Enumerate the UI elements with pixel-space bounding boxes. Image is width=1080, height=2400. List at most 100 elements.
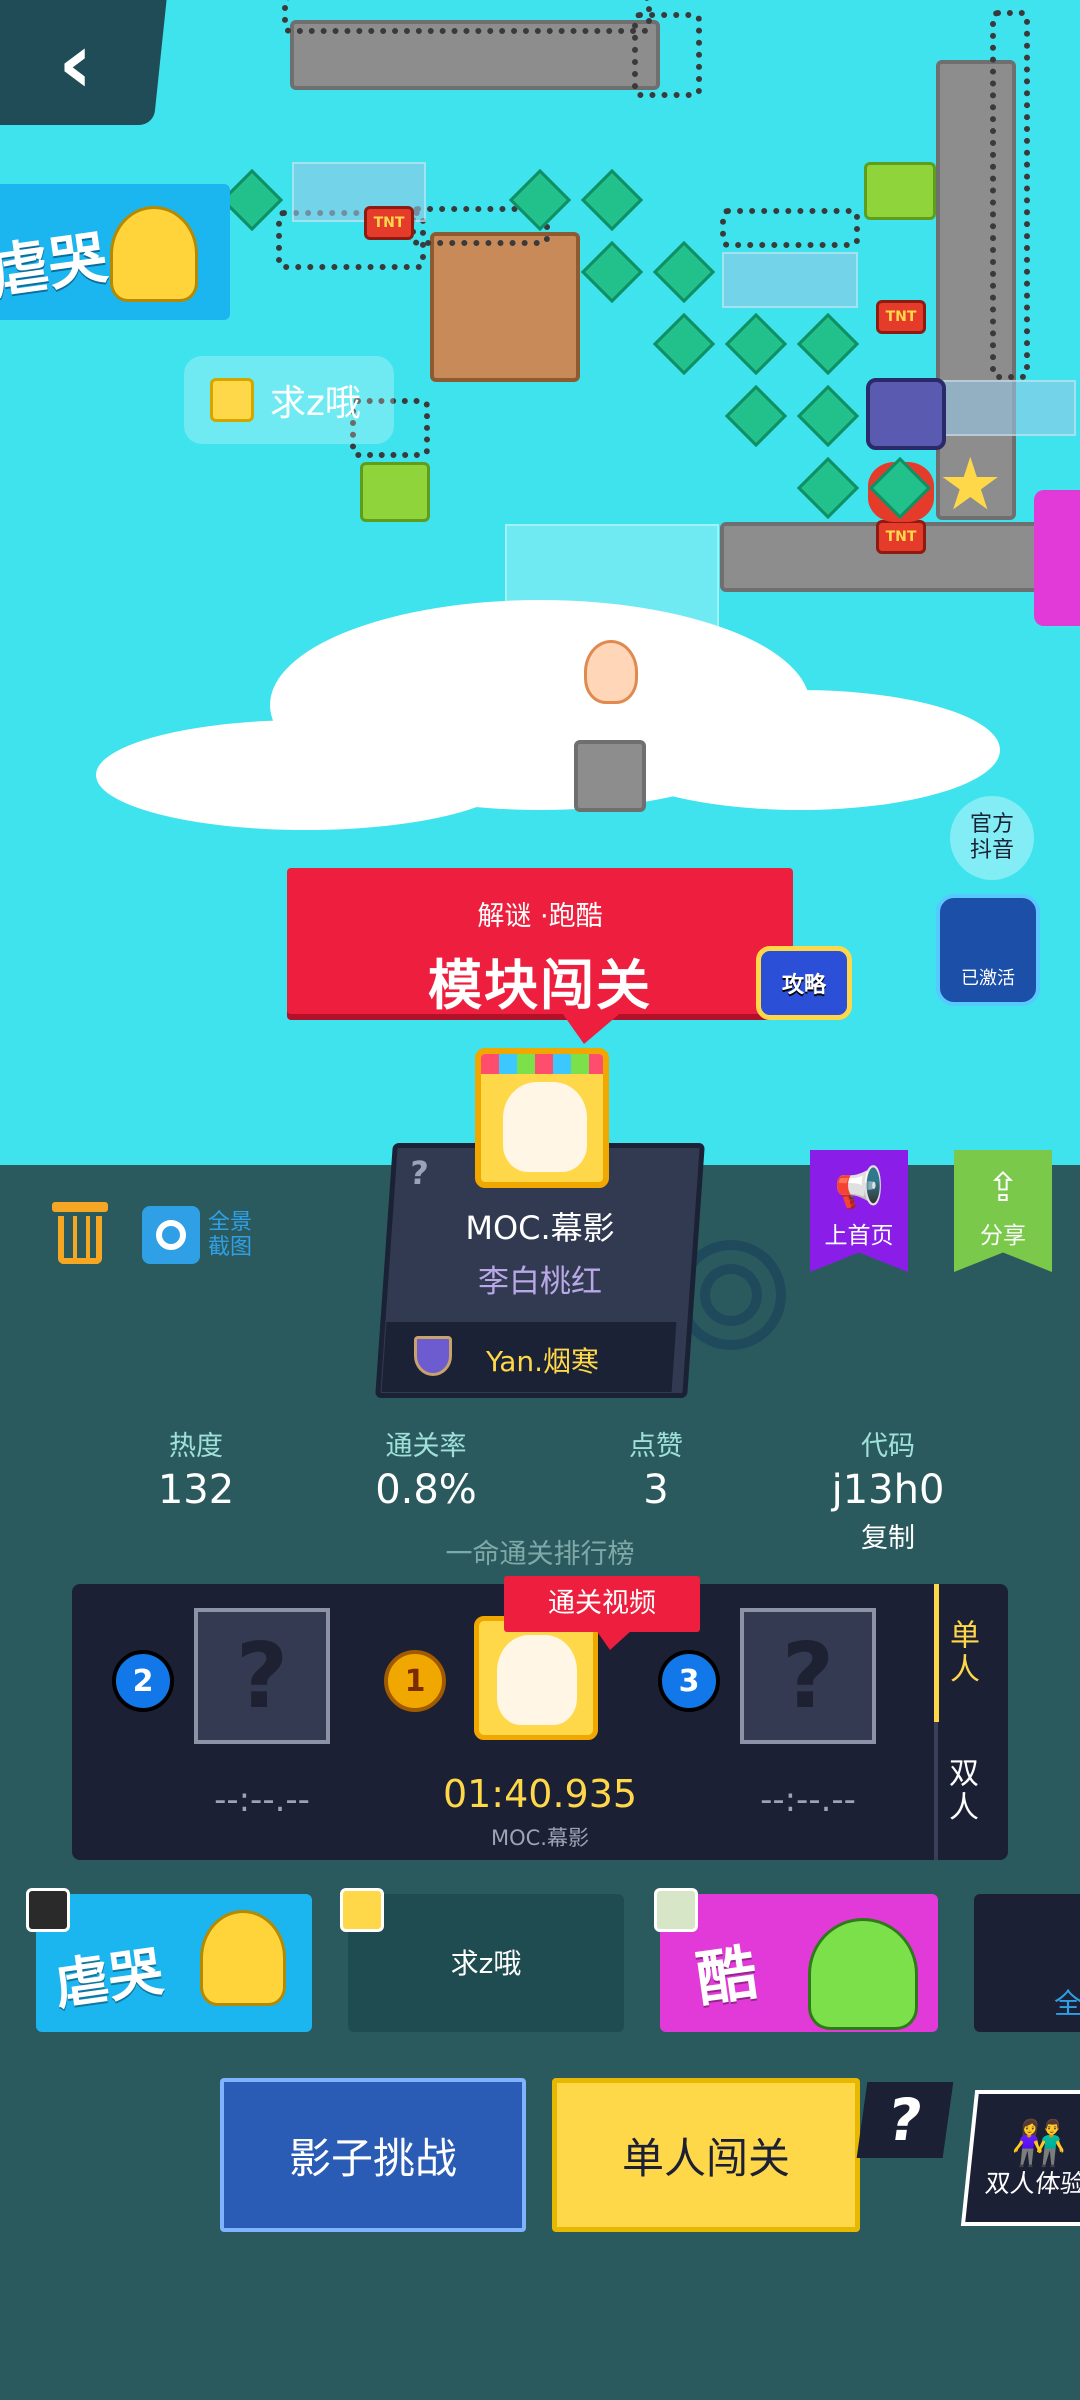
gem-icon xyxy=(796,312,860,376)
gem-icon xyxy=(796,384,860,448)
clear-video-button[interactable]: 通关视频 xyxy=(504,1576,700,1632)
dinosaur-icon xyxy=(808,1918,918,2030)
ghost-block xyxy=(505,524,719,738)
arrow-block xyxy=(936,380,1076,436)
duo-play-label: 双人体验 xyxy=(983,2169,1080,2198)
avatar xyxy=(210,378,254,422)
share-icon: ⇪ xyxy=(986,1165,1020,1211)
tnt-block: TNT xyxy=(876,520,926,554)
arrow-block xyxy=(722,252,858,308)
shadow-challenge-button[interactable]: 影子挑战 xyxy=(220,2078,526,2232)
thorn-strip xyxy=(632,12,702,98)
tag-card-player[interactable]: 求z哦 xyxy=(348,1894,624,2032)
gem-icon xyxy=(580,240,644,304)
gem-icon xyxy=(580,168,644,232)
stat-label: 通关率 xyxy=(385,1431,467,1462)
thorn-strip xyxy=(720,208,860,248)
official-douyin-label: 官方抖音 xyxy=(969,812,1014,863)
question-icon: ? xyxy=(235,1623,289,1729)
stat-label: 点赞 xyxy=(629,1431,683,1462)
rank-3-time: --:--.-- xyxy=(760,1780,856,1820)
homepage-label: 上首页 xyxy=(824,1223,894,1249)
tab-single[interactable]: 单人 xyxy=(934,1584,983,1722)
tag-label: 求z哦 xyxy=(450,1947,522,1980)
solo-play-button[interactable]: 单人闯关 xyxy=(552,2078,860,2232)
rank-badge-3: 3 xyxy=(658,1650,720,1712)
tag-card-cry[interactable]: 虐哭 xyxy=(36,1894,312,2032)
gem-icon xyxy=(796,456,860,520)
gem-icon xyxy=(652,312,716,376)
rank-1-avatar[interactable] xyxy=(474,1616,598,1740)
rank-1-time: 01:40.935 xyxy=(442,1772,638,1816)
player-tag: 求z哦 xyxy=(184,356,394,444)
cat-avatar-icon xyxy=(497,1635,577,1725)
level-genre: 解谜 ·跑酷 xyxy=(477,901,603,932)
stat-value: 3 xyxy=(643,1467,669,1513)
gem-icon xyxy=(220,168,284,232)
help-button[interactable]: ? xyxy=(856,2082,954,2158)
thorn-strip xyxy=(282,0,652,34)
ranking-title: 一命通关排行榜 xyxy=(445,1539,635,1570)
rank-3-avatar[interactable]: ? xyxy=(740,1608,876,1744)
creator-avatar[interactable] xyxy=(475,1048,609,1188)
cloud xyxy=(380,640,520,720)
tag-label: 全 xyxy=(1054,1987,1080,2020)
share-label: 分享 xyxy=(980,1223,1026,1249)
rank-2-avatar[interactable]: ? xyxy=(194,1608,330,1744)
creator-title: 李白桃红 xyxy=(478,1264,602,1300)
stat-heat: 热度 132 xyxy=(106,1424,286,1513)
screenshot-label[interactable]: 全景截图 xyxy=(208,1210,264,1260)
official-douyin-button[interactable]: 官方抖音 xyxy=(950,796,1034,880)
trash-icon[interactable] xyxy=(52,1202,108,1264)
creator-name: MOC.幕影 xyxy=(465,1209,615,1247)
camera-icon[interactable] xyxy=(142,1206,200,1264)
level-name: 模块闯关 xyxy=(428,954,652,1017)
crying-face-icon xyxy=(200,1910,286,2006)
rank-2-time: --:--.-- xyxy=(214,1780,310,1820)
video-tag-tail xyxy=(596,1630,632,1650)
guide-label: 攻略 xyxy=(781,973,826,998)
stat-label: 热度 xyxy=(169,1431,223,1462)
tag-label: 虐哭 xyxy=(50,1939,167,2018)
banner-tail xyxy=(560,1010,624,1044)
star-icon: ★ xyxy=(938,442,1003,526)
back-button[interactable]: ‹ xyxy=(0,0,167,125)
avatar xyxy=(654,1888,698,1932)
cry-tag-label: 虐哭 xyxy=(0,223,111,307)
grass-block xyxy=(360,462,430,522)
stat-value: j13h0 xyxy=(831,1467,945,1513)
bulb-icon xyxy=(584,640,638,704)
stat-clear-rate: 通关率 0.8% xyxy=(336,1424,516,1513)
crying-face-icon xyxy=(110,206,198,302)
player-name: 求z哦 xyxy=(270,383,361,424)
shield-icon xyxy=(414,1336,452,1376)
activated-badge[interactable]: 已激活 xyxy=(936,894,1040,1006)
question-icon: ? xyxy=(781,1623,835,1729)
level-preview: TNT TNT TNT ★ ‹ 虐哭 求z哦 官方抖音 已激活 解谜 ·跑酷 模… xyxy=(0,0,1080,1165)
side-panel-edge[interactable] xyxy=(1034,490,1080,626)
guide-button[interactable]: 攻略 xyxy=(756,946,852,1020)
bunting-decoration xyxy=(481,1054,603,1074)
tab-double[interactable]: 双人 xyxy=(938,1722,982,1860)
mode-tabs: 单人 双人 xyxy=(934,1584,1008,1860)
gem-icon xyxy=(724,312,788,376)
grass-block xyxy=(864,162,936,220)
cloud xyxy=(96,720,516,830)
stat-value: 132 xyxy=(157,1467,235,1513)
unknown-mark: ? xyxy=(408,1154,430,1192)
duo-play-button[interactable]: 👫 双人体验 xyxy=(960,2090,1080,2226)
activated-label: 已激活 xyxy=(961,968,1015,989)
stone-block xyxy=(574,740,646,812)
gem-icon xyxy=(724,384,788,448)
avatar xyxy=(26,1888,70,1932)
stat-likes[interactable]: 点赞 3 xyxy=(566,1424,746,1513)
tnt-block: TNT xyxy=(876,300,926,334)
stat-value: 0.8% xyxy=(375,1467,477,1513)
trash-body xyxy=(58,1216,102,1264)
tnt-block: TNT xyxy=(364,206,414,240)
trash-lid xyxy=(52,1202,108,1212)
tag-card-cool[interactable]: 酷 xyxy=(660,1894,938,2032)
stat-label: 代码 xyxy=(861,1431,915,1462)
tag-card-more[interactable]: 全 xyxy=(974,1894,1080,2032)
tag-label: 酷 xyxy=(692,1938,762,2016)
